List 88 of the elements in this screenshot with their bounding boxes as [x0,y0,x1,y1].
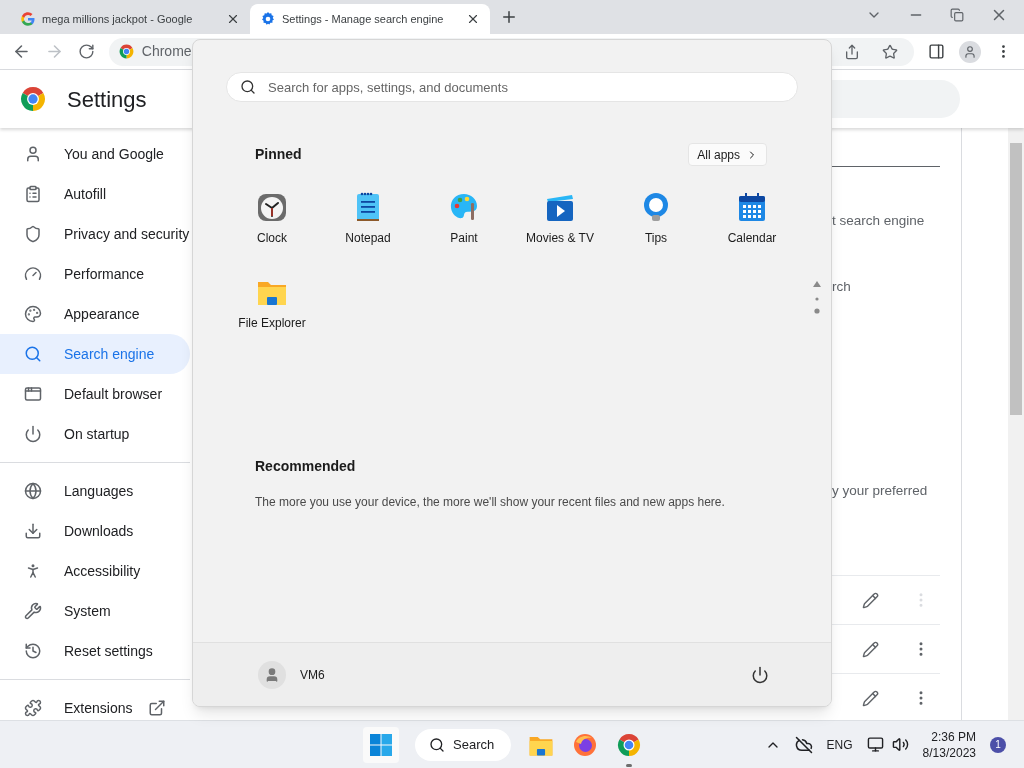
clock-time[interactable]: 2:36 PM [931,728,976,745]
reload-icon[interactable] [77,43,95,60]
search-icon [429,736,445,753]
sidebar-item[interactable]: Accessibility [0,551,190,591]
tab-title: mega millions jackpot - Google [42,11,194,27]
tab-title: Settings - Manage search engine [282,11,445,27]
puzzle-icon [24,699,42,717]
shield-icon [24,225,42,243]
taskbar-search[interactable]: Search [415,728,511,761]
page-dots-icon[interactable] [813,280,821,316]
search-icon [240,79,256,95]
user-name[interactable]: VM6 [300,665,325,684]
start-search-field[interactable]: Search for apps, settings, and documents [226,72,798,102]
start-button[interactable] [363,726,399,763]
address-text: Chrome [141,42,192,61]
browser-window-icon [24,385,42,403]
search-icon [24,345,42,363]
gear-icon [260,11,276,27]
sidebar-item[interactable]: Reset settings [0,631,190,671]
sidebar-item[interactable]: System [0,591,190,631]
history-icon [24,642,42,660]
star-icon[interactable] [882,43,899,60]
scrollbar[interactable] [1008,128,1024,720]
calendar-icon [736,191,768,223]
globe-icon [24,482,42,500]
edit-icon[interactable] [862,591,879,609]
sidebar-item[interactable]: Appearance [0,294,190,334]
restore-icon[interactable] [950,8,964,22]
download-icon [24,522,42,540]
sidebar-item[interactable]: Search engine [0,334,190,374]
all-apps-button[interactable]: All apps [688,143,767,166]
person-icon [24,145,42,163]
power-icon [24,425,42,443]
google-logo-icon [20,11,36,27]
description-text: y your preferred [832,482,929,500]
wrench-icon [24,602,42,620]
network-icon[interactable] [866,736,884,753]
power-icon[interactable] [751,665,769,684]
pinned-app[interactable]: Calendar [704,188,800,273]
sidebar-item[interactable]: On startup [0,414,190,454]
browser-tab[interactable]: mega millions jackpot - Google [10,4,250,34]
user-avatar[interactable] [258,660,286,689]
edit-icon[interactable] [862,640,879,658]
windows-logo-icon [369,732,393,757]
sidebar-item[interactable]: Performance [0,254,190,294]
sidebar-item[interactable]: Autofill [0,174,190,214]
side-panel-icon[interactable] [928,43,946,60]
section-title: Pinned [255,145,302,164]
pinned-app[interactable]: Tips [608,188,704,273]
share-icon[interactable] [844,43,861,60]
external-link-icon [148,699,167,717]
pinned-app[interactable]: File Explorer [224,273,320,358]
chrome-logo-icon [20,86,46,112]
pinned-app[interactable]: Clock [224,188,320,273]
volume-icon[interactable] [891,736,909,753]
description-text: rch [832,278,852,296]
clipboard-icon [24,185,42,203]
notification-badge[interactable]: 1 [990,736,1006,753]
sidebar-item[interactable]: Languages [0,471,190,511]
new-tab-icon[interactable] [500,8,518,26]
section-title: Recommended [255,457,357,476]
sidebar-item[interactable]: Extensions [0,688,190,720]
sidebar-item[interactable]: Privacy and security [0,214,190,254]
close-icon[interactable] [226,12,240,26]
description-text: t search engine [832,212,926,230]
sidebar-item[interactable]: Default browser [0,374,190,414]
cloud-off-icon[interactable] [794,735,813,754]
chrome-logo-icon [118,44,134,59]
pinned-app[interactable]: Notepad [320,188,416,273]
chrome-logo-icon[interactable] [617,732,641,757]
gauge-icon [24,265,42,283]
language-indicator[interactable]: ENG [826,735,853,754]
pinned-app[interactable]: Paint [416,188,512,273]
back-icon[interactable] [12,42,31,61]
browser-tab[interactable]: Settings - Manage search engine [250,4,490,34]
sidebar-item[interactable]: Downloads [0,511,190,551]
edit-icon[interactable] [862,689,879,707]
palette-icon [24,305,42,323]
profile-avatar[interactable] [959,40,982,63]
clock-date[interactable]: 8/13/2023 [922,744,976,761]
sidebar-item[interactable]: You and Google [0,134,190,174]
firefox-icon[interactable] [573,732,597,757]
palette-icon [448,191,480,223]
recommended-message: The more you use your device, the more we'll show your recent files and new apps here. [255,494,726,511]
clock-icon [256,191,288,223]
pinned-app[interactable]: Movies & TV [512,188,608,273]
close-icon[interactable] [466,12,480,26]
page-title: Settings [67,85,147,114]
